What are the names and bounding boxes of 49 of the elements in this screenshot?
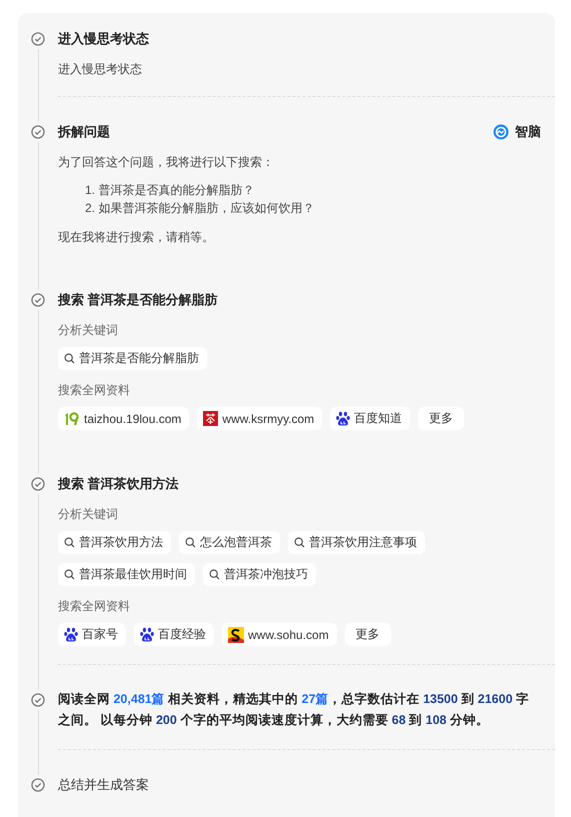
paw-icon bbox=[64, 627, 78, 642]
keyword-chip[interactable]: 怎么泡普洱茶 bbox=[179, 531, 280, 554]
check-circle-icon bbox=[31, 477, 45, 491]
summary-text: 阅读全网 20,481篇 相关资料，精选其中的 27篇，总字数估计在 13500 到 21600 字之间。 以每分钟 200 个字的平均阅读速度计算，大约需要 68 到 108 分钟。 bbox=[58, 691, 530, 729]
keyword-chip[interactable]: 普洱茶饮用方法 bbox=[58, 531, 171, 554]
check-circle-icon bbox=[31, 778, 45, 792]
source-chip[interactable]: www.sohu.com bbox=[222, 623, 337, 646]
check-circle-icon bbox=[31, 293, 45, 307]
source-chip[interactable]: www.ksrmyy.com bbox=[197, 407, 322, 430]
search-icon bbox=[209, 569, 220, 580]
step-text: 进入慢思考状态 bbox=[58, 61, 143, 78]
keyword-chip[interactable]: 普洱茶饮用注意事项 bbox=[288, 531, 425, 554]
section-label: 搜索全网资料 bbox=[58, 598, 131, 615]
more-button[interactable]: 更多 bbox=[418, 407, 464, 430]
keyword-chip[interactable]: 普洱茶是否能分解脂肪 bbox=[58, 347, 207, 370]
step-text: 现在我将进行搜索，请稍等。 bbox=[58, 229, 215, 246]
source-chip[interactable]: taizhou.19lou.com bbox=[58, 407, 190, 430]
search-icon bbox=[64, 569, 75, 580]
paw-icon bbox=[140, 627, 154, 642]
source-chip[interactable]: 百度经验 bbox=[134, 623, 214, 646]
check-circle-icon bbox=[31, 125, 45, 139]
section-label: 分析关键词 bbox=[58, 322, 119, 339]
model-name: 智脑 bbox=[515, 123, 541, 141]
keyword-chip[interactable]: 普洱茶冲泡技巧 bbox=[203, 563, 316, 586]
search-icon bbox=[185, 537, 196, 548]
logo-icon bbox=[203, 411, 218, 426]
step-title: 搜索 普洱茶是否能分解脂肪 bbox=[58, 291, 218, 309]
list-item: 2. 如果普洱茶能分解脂肪，应该如何饮用？ bbox=[85, 200, 316, 217]
paw-icon bbox=[336, 411, 350, 426]
keyword-chip[interactable]: 普洱茶最佳饮用时间 bbox=[58, 563, 195, 586]
section-label: 搜索全网资料 bbox=[58, 382, 131, 399]
section-label: 分析关键词 bbox=[58, 506, 119, 523]
search-icon bbox=[294, 537, 305, 548]
logo-icon bbox=[228, 626, 244, 642]
source-chip[interactable]: 百家号 bbox=[58, 623, 126, 646]
logo-icon bbox=[64, 412, 80, 426]
step-title: 搜索 普洱茶饮用方法 bbox=[58, 475, 179, 493]
step-title: 进入慢思考状态 bbox=[58, 30, 149, 48]
check-circle-icon bbox=[31, 693, 45, 707]
source-chip[interactable]: 百度知道 bbox=[330, 407, 410, 430]
brain-logo-icon bbox=[493, 124, 509, 140]
search-icon bbox=[64, 353, 75, 364]
search-icon bbox=[64, 537, 75, 548]
step-title: 拆解问题 bbox=[58, 123, 110, 141]
more-button[interactable]: 更多 bbox=[344, 623, 391, 646]
step-title: 总结并生成答案 bbox=[58, 776, 149, 794]
check-circle-icon bbox=[31, 32, 45, 46]
step-text: 为了回答这个问题，我将进行以下搜索： bbox=[58, 154, 275, 171]
list-item: 1. 普洱茶是否真的能分解脂肪？ bbox=[85, 182, 256, 199]
